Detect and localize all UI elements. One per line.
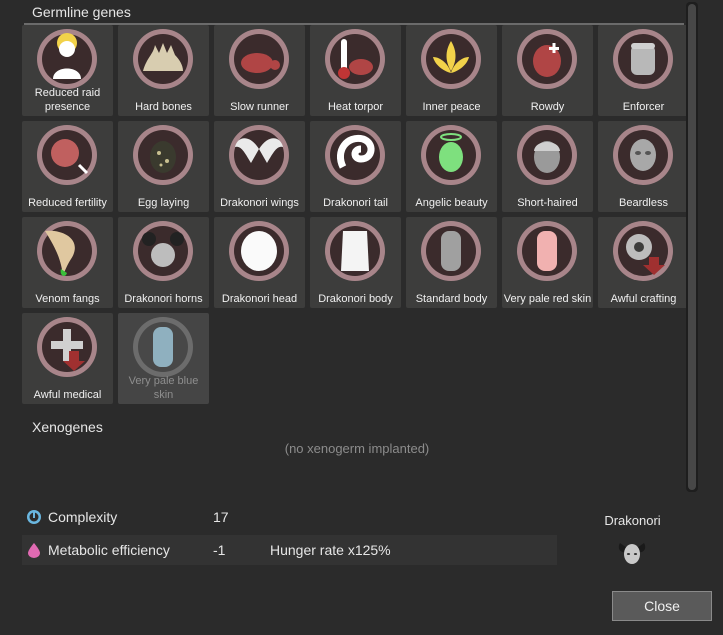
gene-label: Inner peace — [422, 101, 481, 113]
gene-label: Standard body — [415, 293, 488, 305]
drakonori-wings-icon — [229, 125, 289, 185]
drakonori-xenotype-icon[interactable] — [615, 535, 649, 569]
gene-tile-awful-crafting[interactable]: Awful crafting — [598, 217, 689, 308]
close-button[interactable]: Close — [612, 591, 712, 621]
gene-tile-reduced-fertility[interactable]: Reduced fertility — [22, 121, 113, 212]
gene-label: Reduced raid presence — [34, 87, 101, 113]
gene-label: Angelic beauty — [415, 197, 488, 209]
gene-tile-reduced-raid-presence[interactable]: Reduced raid presence — [22, 25, 113, 116]
gene-label: Slow runner — [230, 101, 289, 113]
rowdy-icon — [517, 29, 577, 89]
complexity-label: Complexity — [48, 509, 118, 525]
gene-label: Awful crafting — [610, 293, 677, 305]
very-pale-blue-skin-icon — [133, 317, 193, 377]
gene-label: Rowdy — [530, 101, 565, 113]
enforcer-icon — [613, 29, 673, 89]
germline-genes-title: Germline genes — [32, 4, 131, 20]
awful-crafting-icon — [613, 221, 673, 281]
gene-tile-drakonori-head[interactable]: Drakonori head — [214, 217, 305, 308]
gene-tile-enforcer[interactable]: Enforcer — [598, 25, 689, 116]
complexity-value: 17 — [213, 509, 229, 525]
gene-tile-hard-bones[interactable]: Hard bones — [118, 25, 209, 116]
gene-label: Drakonori head — [221, 293, 298, 305]
very-pale-red-skin-icon — [517, 221, 577, 281]
gene-tile-inner-peace[interactable]: Inner peace — [406, 25, 497, 116]
gene-tile-standard-body[interactable]: Standard body — [406, 217, 497, 308]
gene-tile-drakonori-tail[interactable]: Drakonori tail — [310, 121, 401, 212]
gene-tile-heat-torpor[interactable]: Heat torpor — [310, 25, 401, 116]
hard-bones-icon — [133, 29, 193, 89]
gene-label: Drakonori tail — [323, 197, 388, 209]
drakonori-head-icon — [229, 221, 289, 281]
gene-label: Very pale red skin — [503, 293, 592, 305]
scrollbar-thumb[interactable] — [688, 4, 696, 490]
gene-tile-drakonori-wings[interactable]: Drakonori wings — [214, 121, 305, 212]
drakonori-body-icon — [325, 221, 385, 281]
gene-label: Awful medical — [33, 389, 102, 401]
drakonori-horns-icon — [133, 221, 193, 281]
germline-gene-grid: Reduced raid presence Hard bones Slow runn… — [22, 25, 692, 404]
venom-fangs-icon — [37, 221, 97, 281]
gene-label: Drakonori body — [318, 293, 393, 305]
awful-medical-icon — [37, 317, 97, 377]
beardless-icon — [613, 125, 673, 185]
gene-tile-drakonori-body[interactable]: Drakonori body — [310, 217, 401, 308]
xenogenes-title: Xenogenes — [32, 419, 103, 435]
complexity-row: Complexity 17 — [22, 502, 557, 532]
reduced-fertility-icon — [37, 125, 97, 185]
slow-runner-icon — [229, 29, 289, 89]
gene-tile-drakonori-horns[interactable]: Drakonori horns — [118, 217, 209, 308]
gene-label: Enforcer — [622, 101, 665, 113]
gene-tile-angelic-beauty[interactable]: Angelic beauty — [406, 121, 497, 212]
gene-label: Beardless — [619, 197, 668, 209]
gene-tile-very-pale-red-skin[interactable]: Very pale red skin — [502, 217, 593, 308]
gene-label: Short-haired — [517, 197, 578, 209]
hunger-rate-text: Hunger rate x125% — [270, 542, 391, 558]
gene-tile-beardless[interactable]: Beardless — [598, 121, 689, 212]
reduced-raid-presence-icon — [37, 29, 97, 89]
standard-body-icon — [421, 221, 481, 281]
inner-peace-icon — [421, 29, 481, 89]
egg-laying-icon — [133, 125, 193, 185]
gene-tile-very-pale-blue-skin[interactable]: Very pale blue skin — [118, 313, 209, 404]
gene-label: Heat torpor — [327, 101, 384, 113]
metabolic-efficiency-value: -1 — [213, 542, 226, 558]
gene-label: Reduced fertility — [28, 197, 107, 209]
xenotype-name: Drakonori — [604, 513, 661, 528]
metabolic-efficiency-label: Metabolic efficiency — [48, 542, 170, 558]
no-xenogerm-text: (no xenogerm implanted) — [284, 441, 430, 456]
gene-tile-rowdy[interactable]: Rowdy — [502, 25, 593, 116]
short-haired-icon — [517, 125, 577, 185]
gene-tile-short-haired[interactable]: Short-haired — [502, 121, 593, 212]
gene-tile-venom-fangs[interactable]: Venom fangs — [22, 217, 113, 308]
metabolic-efficiency-row: Metabolic efficiency -1 Hunger rate x125… — [22, 535, 557, 565]
gene-label: Very pale blue skin — [128, 375, 199, 401]
complexity-icon — [27, 510, 41, 524]
gene-label: Drakonori wings — [220, 197, 299, 209]
drakonori-tail-icon — [325, 125, 385, 185]
gene-label: Hard bones — [135, 101, 192, 113]
gene-tile-slow-runner[interactable]: Slow runner — [214, 25, 305, 116]
angelic-beauty-icon — [421, 125, 481, 185]
gene-label: Drakonori horns — [124, 293, 203, 305]
gene-label: Venom fangs — [35, 293, 100, 305]
gene-label: Egg laying — [137, 197, 190, 209]
gene-tile-awful-medical[interactable]: Awful medical — [22, 313, 113, 404]
gene-tile-egg-laying[interactable]: Egg laying — [118, 121, 209, 212]
metabolic-icon — [28, 543, 40, 558]
heat-torpor-icon — [325, 29, 385, 89]
